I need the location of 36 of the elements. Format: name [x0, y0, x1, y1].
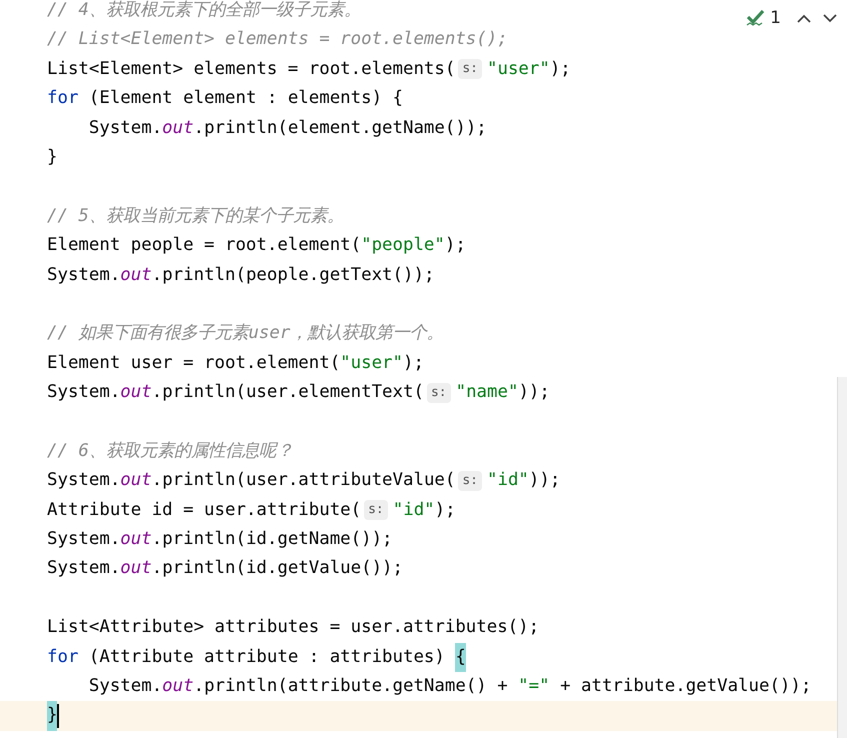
code-text: "name")); [456, 381, 550, 404]
code-text: for (Attribute attribute : attributes) [47, 646, 446, 669]
parameter-hint: s: [458, 59, 482, 80]
code-text: Attribute id = user.attribute( [47, 498, 362, 522]
code-text: List<Attribute> attributes = user.attributes(); [47, 616, 540, 640]
code-text: "user"); [487, 58, 571, 81]
code-text: Element user = root.element("user"); [47, 352, 424, 375]
parameter-hint: s: [426, 382, 451, 403]
scrollbar[interactable] [837, 377, 847, 738]
code-text: System.out.println(user.attributeValue( [47, 469, 456, 492]
code-text: "id"); [392, 498, 456, 522]
code-text: "id")); [487, 469, 560, 492]
parameter-hint: s: [364, 500, 388, 520]
code-comment: // 6、获取元素的属性信息呢？ [47, 440, 293, 463]
matched-brace: { [455, 642, 466, 672]
code-comment: // 4、获取根元素下的全部一级子元素。 [47, 0, 361, 22]
code-text: Element people = root.element("people"); [47, 234, 466, 258]
text-cursor [57, 704, 60, 728]
code-comment: // 5、获取当前元素下的某个子元素。 [47, 204, 344, 228]
code-text: List<Element> elements = root.elements( [47, 58, 456, 81]
code-text: for (Element element : elements) { [47, 87, 403, 110]
code-text: } [47, 146, 58, 169]
code-comment: // 如果下面有很多子元素user，默认获取第一个。 [47, 322, 444, 346]
code-comment: // List<Element> elements = root.elements(); [47, 28, 508, 52]
parameter-hint: s: [458, 470, 482, 491]
code-text: System.out.println(user.elementText( [47, 381, 424, 404]
code-text: System.out.println(people.getText()); [47, 264, 434, 287]
chevron-down-icon[interactable] [823, 14, 837, 22]
matched-brace: } [47, 701, 58, 731]
code-text: System.out.println(attribute.getName() + "=" + attribute.getValue()); [88, 674, 812, 698]
code-text: System.out.println(id.getName()); [47, 528, 393, 552]
problem-count: 1 [770, 8, 781, 28]
chevron-up-icon[interactable] [797, 14, 811, 22]
code-text: System.out.println(element.getName()); [88, 116, 487, 140]
check-icon[interactable] [746, 9, 766, 27]
code-text: System.out.println(id.getValue()); [47, 557, 403, 580]
